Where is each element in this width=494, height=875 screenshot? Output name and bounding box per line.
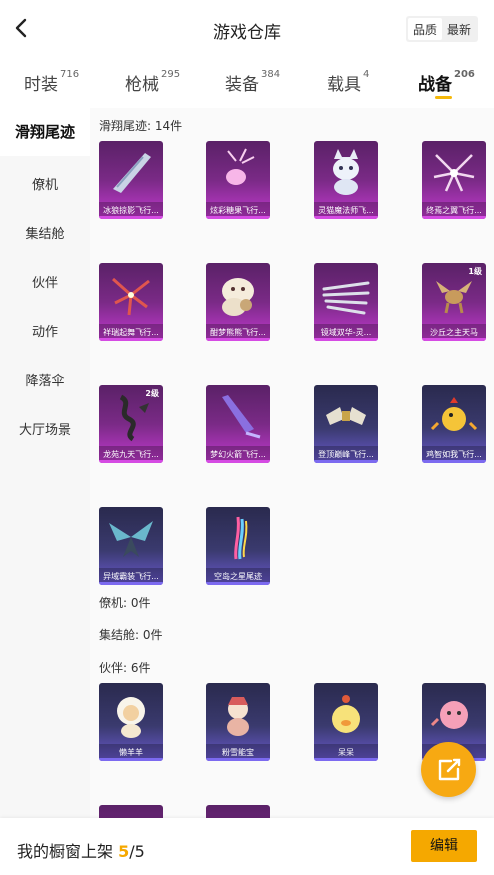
rarity-bar	[422, 338, 486, 341]
edit-button[interactable]: 编辑	[411, 830, 477, 862]
showcase-label: 我的橱窗上架	[17, 842, 114, 861]
tab-label: 时装	[24, 75, 58, 95]
showcase-footer: 我的橱窗上架 5/5 编辑	[0, 818, 494, 875]
rarity-bar	[206, 758, 270, 761]
showcase-total: /5	[129, 842, 145, 861]
item-card[interactable]: 酣梦熊熊飞行...	[206, 263, 270, 341]
rarity-bar	[99, 758, 163, 761]
ice-wolf-trail-icon	[113, 153, 151, 193]
rarity-bar	[99, 460, 163, 463]
sidebar-item-pod[interactable]: 集结舱	[0, 223, 90, 242]
rarity-bar	[314, 758, 378, 761]
snow-bear-icon	[227, 697, 249, 736]
rarity-bar	[206, 460, 270, 463]
rarity-bar	[422, 216, 486, 219]
item-card[interactable]: 冰狼掠影飞行...	[99, 141, 163, 219]
tab-label: 战备	[418, 75, 452, 95]
showcase-count: 5	[118, 842, 130, 861]
sort-toggle: 品质 最新	[405, 16, 478, 42]
section-title-trail: 滑翔尾迹: 14件	[99, 119, 183, 133]
section-title-pod: 集结舱: 0件	[99, 628, 163, 642]
tab-label: 装备	[225, 75, 259, 95]
sidebar-item-emote[interactable]: 动作	[0, 321, 90, 340]
item-grid-area: 滑翔尾迹: 14件 冰狼掠影飞行... 炫彩糖果飞行... 灵猫魔法师飞... …	[90, 108, 494, 828]
section-title-wingman: 僚机: 0件	[99, 596, 151, 610]
tab-count: 716	[60, 69, 80, 81]
item-card[interactable]: 懒羊羊	[99, 683, 163, 761]
twin-blade-icon	[322, 281, 370, 315]
item-card[interactable]: 空岛之星尾迹	[206, 507, 270, 585]
bear-trail-icon	[222, 278, 254, 316]
tab-count: 4	[363, 69, 370, 81]
tab-count: 206	[454, 69, 475, 81]
rarity-bar	[422, 460, 486, 463]
daidai-chick-icon	[332, 695, 360, 733]
rainbow-trail-icon	[234, 516, 248, 560]
rarity-bar	[206, 582, 270, 585]
jet-pack-icon	[326, 407, 366, 425]
sort-latest-button[interactable]: 最新	[442, 18, 476, 40]
magic-cat-icon	[333, 149, 359, 195]
winged-star-icon	[433, 154, 475, 192]
item-card[interactable]: 登顶巅峰飞行...	[314, 385, 378, 463]
rarity-bar	[99, 582, 163, 585]
item-card[interactable]: 异域霸装飞行...	[99, 507, 163, 585]
sort-quality-button[interactable]: 品质	[407, 18, 442, 40]
item-card[interactable]: 镜域双华-灵...	[314, 263, 378, 341]
tab-combat-gear[interactable]: 战备206	[418, 69, 475, 99]
item-card[interactable]: 灵猫魔法师飞...	[314, 141, 378, 219]
tab-firearms[interactable]: 枪械295	[125, 69, 181, 95]
rocket-wing-icon	[222, 395, 261, 439]
sidebar-item-parachute[interactable]: 降落伞	[0, 370, 90, 389]
item-card[interactable]: 梦幻火箭飞行...	[206, 385, 270, 463]
item-card[interactable]: 2级 龙苑九天飞行...	[99, 385, 163, 463]
tab-count: 295	[161, 69, 181, 81]
candy-trail-icon	[226, 148, 255, 185]
sidebar-item-glide-trail[interactable]: 滑翔尾迹	[0, 108, 90, 156]
tab-count: 384	[261, 69, 281, 81]
item-card[interactable]: 1级 沙丘之主天马	[422, 263, 486, 341]
section-title-partner: 伙伴: 6件	[99, 661, 151, 675]
item-card[interactable]: 祥瑞起舞飞行...	[99, 263, 163, 341]
sidebar: 滑翔尾迹 僚机 集结舱 伙伴 动作 降落伞 大厅场景	[0, 108, 90, 828]
rarity-bar	[99, 338, 163, 341]
sidebar-item-lobby-scene[interactable]: 大厅场景	[0, 419, 90, 438]
item-card[interactable]: 鸡智如我飞行...	[422, 385, 486, 463]
item-card[interactable]: 炫彩糖果飞行...	[206, 141, 270, 219]
lazy-sheep-icon	[117, 697, 145, 738]
mecha-wing-icon	[109, 521, 153, 557]
tab-equipment[interactable]: 装备384	[225, 69, 281, 95]
share-button[interactable]	[421, 742, 476, 797]
level-badge: 2级	[145, 389, 159, 398]
level-badge: 1级	[468, 267, 482, 276]
rarity-bar	[314, 460, 378, 463]
header-bar: 游戏仓库 品质 最新	[0, 0, 494, 58]
item-card[interactable]: 终焉之翼飞行...	[422, 141, 486, 219]
chicken-icon	[430, 397, 478, 431]
rarity-bar	[206, 216, 270, 219]
rarity-bar	[99, 216, 163, 219]
category-tabs: 时装716 枪械295 装备384 载具4 战备206	[0, 58, 494, 108]
showcase-status: 我的橱窗上架 5/5	[17, 838, 145, 862]
tab-vehicle[interactable]: 载具4	[327, 69, 370, 95]
tab-label: 载具	[327, 75, 361, 95]
share-external-icon	[438, 758, 461, 781]
sidebar-item-wingman[interactable]: 僚机	[0, 174, 90, 193]
item-card[interactable]: 粉雪能宝	[206, 683, 270, 761]
rarity-bar	[314, 216, 378, 219]
item-card[interactable]: 呆呆	[314, 683, 378, 761]
red-star-trail-icon	[112, 277, 150, 316]
sidebar-item-partner[interactable]: 伙伴	[0, 272, 90, 291]
rarity-bar	[206, 338, 270, 341]
pink-pig-icon	[430, 701, 468, 729]
tab-label: 枪械	[125, 75, 159, 95]
active-tab-indicator	[435, 96, 452, 99]
rarity-bar	[314, 338, 378, 341]
tab-costume[interactable]: 时装716	[24, 69, 80, 95]
